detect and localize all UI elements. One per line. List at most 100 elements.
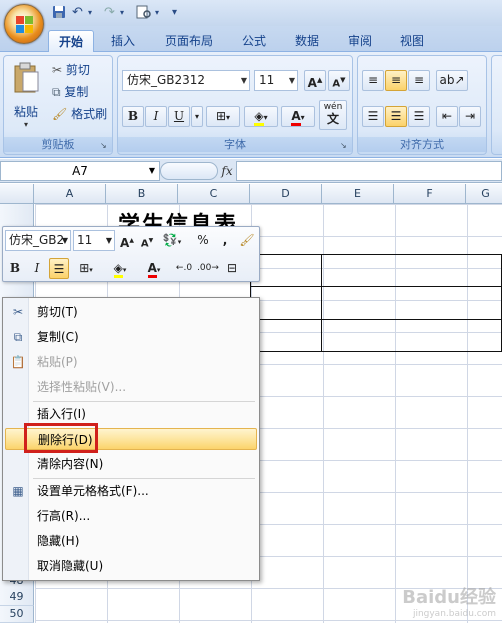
align-center-button[interactable]: ☰: [385, 106, 407, 127]
office-logo-icon: [16, 16, 34, 34]
mini-font-name-value: 仿宋_GB2: [9, 233, 65, 247]
currency-format-icon: 💱: [162, 233, 178, 247]
mini-font-color-button[interactable]: A▾: [141, 258, 167, 279]
align-right-button[interactable]: ☰: [408, 106, 430, 127]
font-name-value: 仿宋_GB2312: [127, 73, 206, 87]
menu-separator: [33, 478, 255, 479]
tab-view[interactable]: 视图: [392, 30, 432, 52]
mini-center-button[interactable]: ☰: [49, 258, 69, 279]
grow-font-button[interactable]: A▲: [304, 70, 326, 91]
column-header-c[interactable]: C: [178, 184, 250, 204]
select-all-corner[interactable]: [0, 184, 34, 204]
mini-italic-button[interactable]: I: [27, 258, 47, 279]
column-header-e[interactable]: E: [322, 184, 394, 204]
border-button[interactable]: ⊞▾: [206, 106, 240, 127]
menu-item-format-cells[interactable]: ▦ 设置单元格格式(F)...: [5, 480, 257, 502]
format-painter-button[interactable]: 🖌 格式刷: [52, 104, 107, 124]
print-dropdown-icon[interactable]: ▾: [155, 5, 159, 21]
undo-icon[interactable]: ↶: [72, 5, 83, 21]
tab-data[interactable]: 数据: [287, 30, 327, 52]
save-icon[interactable]: [52, 5, 66, 21]
menu-item-clear-contents[interactable]: 清除内容(N): [5, 453, 257, 475]
formula-input[interactable]: [236, 161, 502, 181]
copy-button[interactable]: ⧉ 复制: [52, 82, 88, 102]
mini-comma-button[interactable]: ,: [215, 230, 235, 251]
paste-icon: [14, 62, 39, 93]
tab-page-layout[interactable]: 页面布局: [158, 30, 220, 52]
menu-item-row-height[interactable]: 行高(R)...: [5, 505, 257, 527]
menu-item-cut[interactable]: ✂ 剪切(T): [5, 301, 257, 323]
menu-item-insert-row[interactable]: 插入行(I): [5, 403, 257, 425]
decrease-indent-button[interactable]: ⇤: [436, 106, 458, 127]
insert-function-icon[interactable]: fx: [218, 161, 236, 181]
underline-button[interactable]: U: [168, 106, 190, 127]
align-right-icon: ☰: [413, 109, 425, 123]
fill-color-button[interactable]: ◈▾: [244, 106, 278, 127]
mini-fill-color-button[interactable]: ◈▾: [107, 258, 133, 279]
cut-button[interactable]: ✂ 剪切: [52, 60, 90, 80]
brush-icon: 🖌: [52, 107, 68, 121]
row-header-49[interactable]: 49: [0, 589, 34, 606]
italic-button[interactable]: I: [145, 106, 167, 127]
customize-toolbar-icon[interactable]: ▾: [172, 5, 177, 21]
tab-insert[interactable]: 插入: [103, 30, 143, 52]
column-header-d[interactable]: D: [250, 184, 322, 204]
mini-format-painter-button[interactable]: 🖌: [237, 230, 257, 251]
office-button[interactable]: [4, 4, 44, 44]
column-header-b[interactable]: B: [106, 184, 178, 204]
mini-grow-font-button[interactable]: A▲: [117, 230, 137, 251]
mini-merge-center-button[interactable]: ⊟: [221, 258, 243, 279]
column-header-a[interactable]: A: [34, 184, 106, 204]
align-top-button[interactable]: ≡: [362, 70, 384, 91]
mini-font-size-combo[interactable]: 11 ▼: [73, 230, 115, 251]
mini-increase-decimal-button[interactable]: ←.0: [173, 258, 195, 279]
orientation-button[interactable]: ab↗: [436, 70, 468, 91]
redo-dropdown-icon[interactable]: ▾: [120, 5, 124, 21]
font-group-label: 字体: [118, 137, 352, 152]
font-name-combo[interactable]: 仿宋_GB2312 ▼: [122, 70, 250, 91]
column-header-g[interactable]: G: [466, 184, 502, 204]
mini-font-name-combo[interactable]: 仿宋_GB2 ▼: [5, 230, 71, 251]
phonetic-button[interactable]: wén 文: [319, 100, 347, 130]
bold-button[interactable]: B: [122, 106, 144, 127]
mini-shrink-font-button[interactable]: A▼: [137, 230, 157, 251]
mini-toolbar: 仿宋_GB2 ▼ 11 ▼ A▲ A▼ 💱▾ % , 🖌 B I ☰ ⊞▾ ◈▾ A…: [2, 226, 260, 282]
table-col-line: [321, 254, 322, 352]
tab-formulas[interactable]: 公式: [234, 30, 274, 52]
menu-item-unhide[interactable]: 取消隐藏(U): [5, 555, 257, 577]
shrink-font-button[interactable]: A▼: [328, 70, 350, 91]
copy-label: 复制: [64, 85, 89, 99]
alignment-group-label: 对齐方式: [358, 137, 486, 152]
fill-bucket-icon: ◈: [113, 261, 123, 278]
mini-decrease-decimal-button[interactable]: .00→: [197, 258, 219, 279]
tab-home[interactable]: 开始: [48, 30, 94, 52]
formula-bar-handle[interactable]: [160, 162, 218, 180]
mini-percent-button[interactable]: %: [193, 230, 213, 251]
align-middle-button[interactable]: ≡: [385, 70, 407, 91]
redo-icon[interactable]: ↷: [104, 5, 115, 21]
increase-indent-button[interactable]: ⇥: [459, 106, 481, 127]
ribbon: 粘贴 ▾ ✂ 剪切 ⧉ 复制 🖌 格式刷 剪贴板 ↘ 仿宋_GB2312 ▼ 1…: [0, 52, 502, 158]
mini-bold-button[interactable]: B: [5, 258, 25, 279]
clipboard-launcher-icon[interactable]: ↘: [100, 141, 109, 150]
mini-currency-button[interactable]: 💱▾: [159, 230, 185, 251]
name-box[interactable]: A7 ▼: [0, 161, 160, 181]
column-header-f[interactable]: F: [394, 184, 466, 204]
align-bottom-button[interactable]: ≡: [408, 70, 430, 91]
paste-button[interactable]: 粘贴 ▾: [8, 60, 44, 132]
menu-item-copy[interactable]: ⧉ 复制(C): [5, 326, 257, 348]
undo-dropdown-icon[interactable]: ▾: [88, 5, 92, 21]
chevron-down-icon: ▼: [105, 236, 112, 245]
name-box-value: A7: [72, 164, 88, 178]
font-color-button[interactable]: A▾: [281, 106, 315, 127]
row-header-50[interactable]: 50: [0, 606, 34, 623]
align-left-button[interactable]: ☰: [362, 106, 384, 127]
print-preview-icon[interactable]: [136, 5, 152, 21]
align-center-icon: ☰: [390, 109, 402, 123]
mini-border-button[interactable]: ⊞▾: [73, 258, 99, 279]
underline-dropdown-icon[interactable]: ▾: [191, 106, 203, 127]
font-launcher-icon[interactable]: ↘: [340, 141, 349, 150]
tab-review[interactable]: 审阅: [340, 30, 380, 52]
font-size-combo[interactable]: 11 ▼: [254, 70, 298, 91]
menu-item-hide[interactable]: 隐藏(H): [5, 530, 257, 552]
